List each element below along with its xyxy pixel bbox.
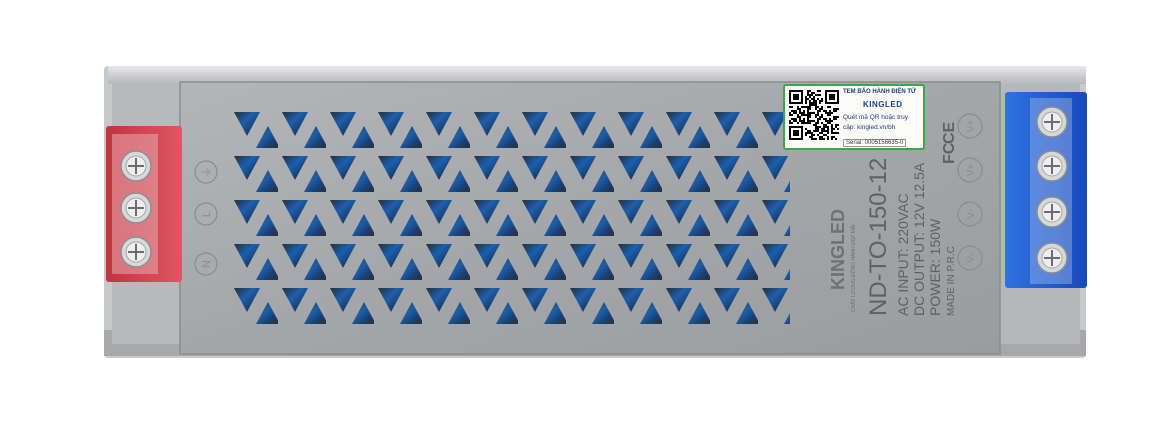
power-spec: POWER: 150W: [927, 218, 943, 316]
input-terminal-screw-3: [120, 236, 152, 268]
output-terminal-screw-2: [1036, 150, 1068, 182]
svg-text:L: L: [201, 211, 213, 217]
fc-mark: FC: [941, 142, 958, 164]
power-supply-photo: N L ⏚ V+ V+ V- V- KINGLED CHẤT LƯỢNG ĐỒNG HÀN…: [104, 66, 1087, 358]
brand-tagline: CHẤT LƯỢNG ĐỒNG HÀNH ĐẸP MÃI: [850, 224, 857, 312]
ventilation-grille: [230, 108, 790, 328]
made-in-text: MADE IN P.R.C: [946, 246, 957, 316]
qr-code: [789, 90, 839, 140]
sticker-title: TEM BẢO HÀNH ĐIỆN TỬ: [843, 89, 916, 95]
sticker-instruction-1: Quét mã QR hoặc truy: [843, 114, 909, 121]
sticker-instruction-2: cập: kingled.vn/bh: [843, 124, 896, 131]
warranty-sticker: TEM BẢO HÀNH ĐIỆN TỬ KINGLED Quét mã QR …: [783, 84, 925, 150]
model-number: ND-TO-150-12: [865, 158, 892, 316]
input-terminal-block: [106, 126, 182, 282]
svg-text:V+: V+: [966, 120, 977, 133]
dc-output-spec: DC OUTPUT: 12V 12.5A: [911, 162, 927, 316]
svg-text:⏚: ⏚: [200, 167, 213, 178]
sticker-brand: KINGLED: [863, 100, 903, 109]
sticker-serial: Serial: 0005156635-0: [843, 139, 907, 147]
output-terminal-block: [1005, 92, 1087, 288]
svg-text:N: N: [201, 260, 213, 268]
input-terminal-screw-1: [120, 150, 152, 182]
svg-text:V-: V-: [966, 253, 977, 262]
output-terminal-screw-3: [1036, 196, 1068, 228]
ac-input-spec: AC INPUT: 220VAC: [895, 193, 911, 316]
output-terminal-screw-4: [1036, 242, 1068, 274]
input-terminal-screw-2: [120, 192, 152, 224]
svg-text:V-: V-: [966, 209, 977, 218]
output-terminal-screw-1: [1036, 106, 1068, 138]
svg-text:V+: V+: [966, 164, 977, 177]
brand-logo-text: KINGLED: [828, 209, 848, 290]
ce-mark: CE: [941, 121, 958, 144]
